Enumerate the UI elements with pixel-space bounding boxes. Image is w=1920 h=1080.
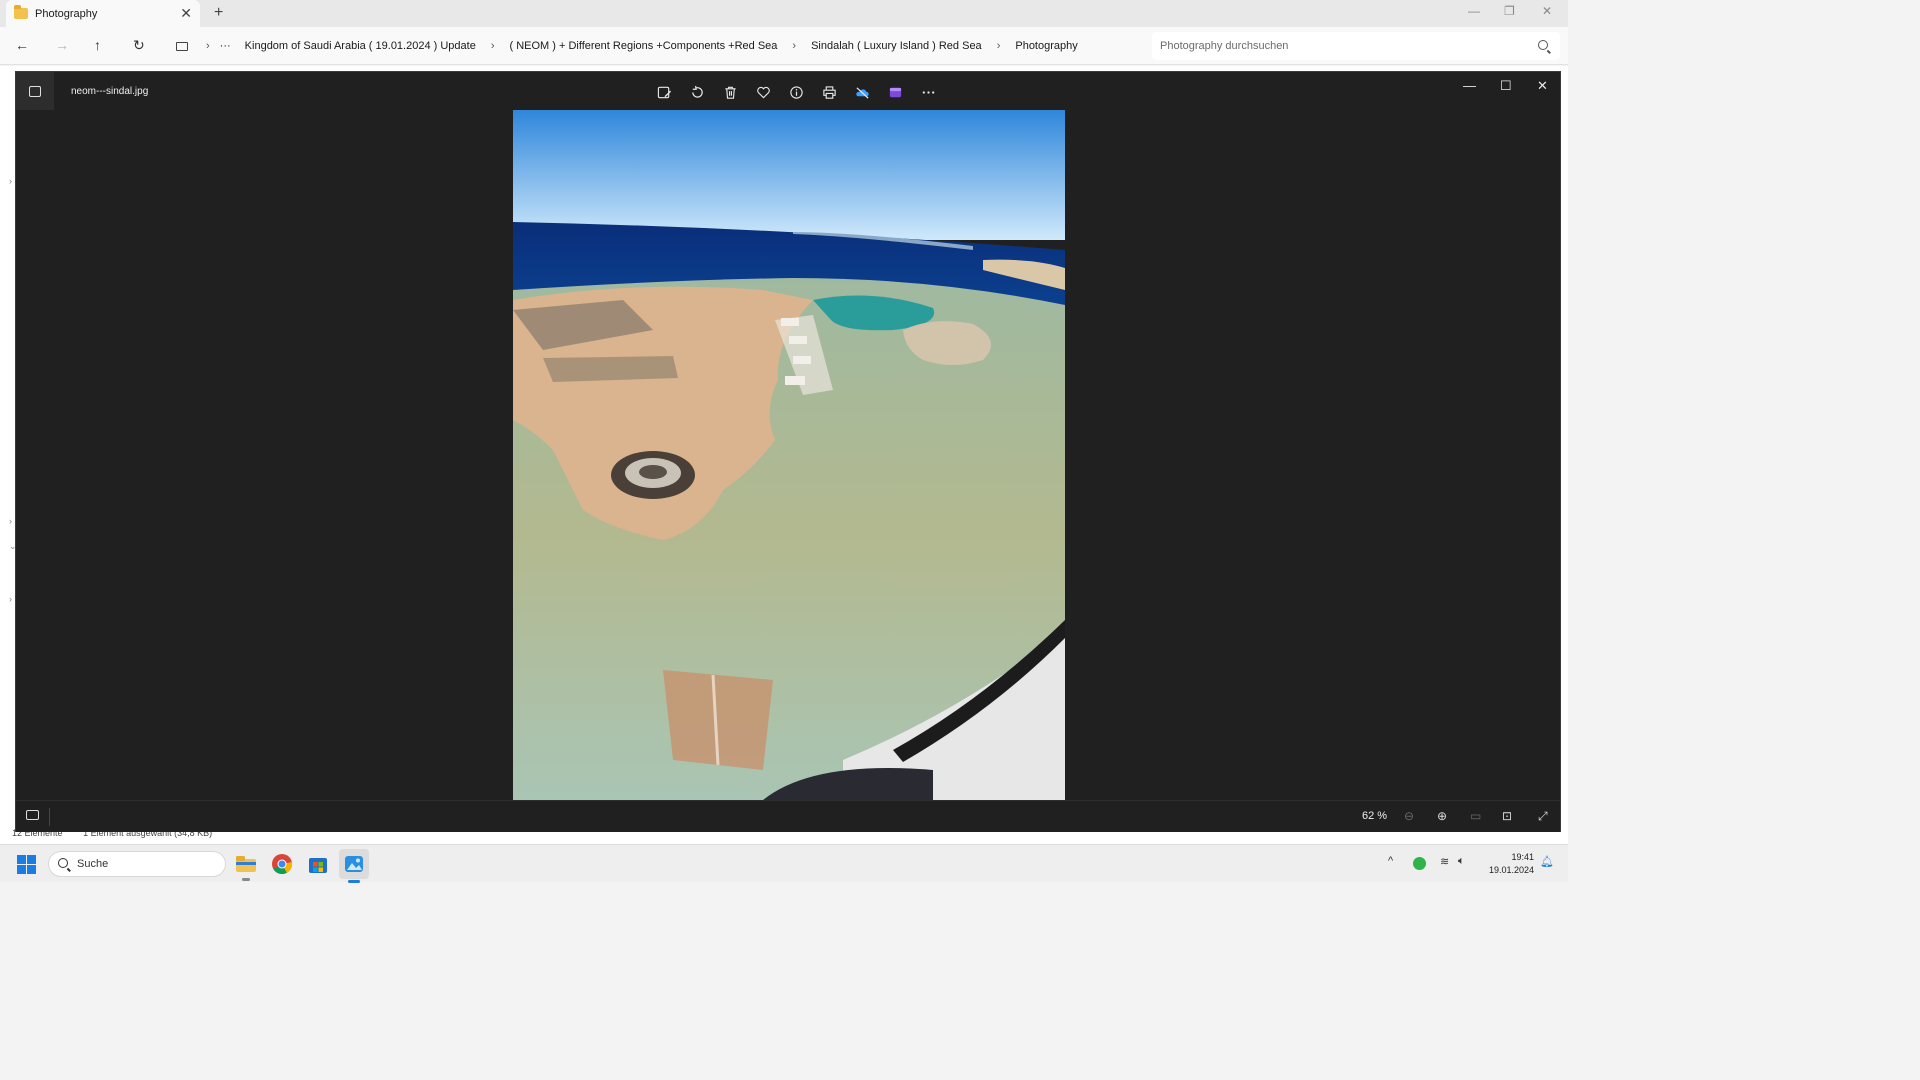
show-hidden-icons-button[interactable]: ^ [1388,855,1393,867]
zoom-in-icon[interactable]: ⊕ [1437,809,1447,823]
file-explorer-taskbar-button[interactable] [233,851,259,881]
clipchamp-icon [889,87,902,97]
delete-button[interactable] [714,82,747,102]
taskbar-search-box[interactable]: Suche [48,851,226,877]
photos-taskbar-button[interactable] [339,849,369,883]
explorer-restore-button[interactable]: ❐ [1504,4,1515,18]
rotate-icon [692,85,703,98]
breadcrumb-item-sindalah[interactable]: Sindalah ( Luxury Island ) Red Sea [811,40,982,52]
folder-icon [14,5,28,19]
onedrive-icon [856,86,869,99]
rotate-button[interactable] [681,82,714,102]
nav-expand-chevron-icon[interactable]: › [9,516,12,526]
address-toolbar: ← → ↑ ↻ › ··· Kingdom of Saudi Arabia ( … [0,27,1568,65]
breadcrumb-item-photography[interactable]: Photography [1015,40,1077,52]
viewer-maximize-button[interactable]: ☐ [1500,78,1512,94]
search-icon [58,858,68,868]
image-icon [29,85,41,97]
breadcrumb-separator[interactable]: › [491,40,495,52]
file-explorer-icon [236,856,256,872]
search-placeholder: Photography durchsuchen [1160,40,1289,52]
viewer-bottom-bar: 62 % ⊖ ⊕ ▭ ⊡ ⤢ [16,800,1560,832]
actual-size-icon[interactable]: ⊡ [1502,809,1512,823]
close-tab-button[interactable]: ✕ [180,5,192,21]
this-pc-icon[interactable] [176,41,188,51]
taskbar: Suche ^ ≋ 🔈︎ 19:41 19.01.2024 🔔︎ [0,844,1568,883]
favorite-icon [757,86,770,98]
store-icon [309,858,327,873]
start-button[interactable] [17,855,36,874]
favorite-button[interactable] [747,82,780,102]
clock-time: 19:41 [1511,852,1534,862]
photos-icon [345,856,363,872]
back-button[interactable]: ← [15,37,29,53]
clipchamp-button[interactable] [879,82,912,102]
print-icon [823,85,836,99]
notification-bell-icon[interactable]: 🔔︎ [1540,855,1554,868]
edit-image-button[interactable] [648,82,681,102]
filmstrip-toggle-icon[interactable] [26,810,39,820]
file-info-button[interactable] [780,82,813,102]
breadcrumb-item-neom[interactable]: ( NEOM ) + Different Regions +Components… [510,40,778,52]
zoom-out-icon[interactable]: ⊖ [1404,809,1414,823]
breadcrumb-separator[interactable]: › [792,40,796,52]
aerial-island-image [513,110,1065,800]
more-icon [922,90,935,94]
tab-bar: Photography ✕ + — ❐ ✕ [0,0,1568,27]
more-options-button[interactable] [912,82,945,102]
forward-button[interactable]: → [55,37,69,53]
breadcrumb-more-button[interactable]: ··· [220,40,231,52]
onedrive-button[interactable] [846,82,879,102]
search-icon [1538,40,1548,50]
breadcrumb: › ··· Kingdom of Saudi Arabia ( 19.01.20… [164,32,1144,60]
refresh-button[interactable]: ↻ [133,37,145,54]
folder-search-input[interactable]: Photography durchsuchen [1152,32,1560,60]
viewer-minimize-button[interactable]: — [1463,78,1476,93]
nav-expand-chevron-icon[interactable]: › [9,594,12,604]
wifi-icon[interactable]: ≋ [1440,855,1449,868]
chrome-taskbar-button[interactable] [269,851,295,877]
explorer-minimize-button[interactable]: — [1468,4,1480,18]
explorer-close-button[interactable]: ✕ [1542,4,1552,18]
security-status-icon[interactable] [1413,857,1426,870]
volume-icon[interactable]: 🔈︎ [1458,855,1465,868]
breadcrumb-separator[interactable]: › [997,40,1001,52]
clock[interactable]: 19:41 19.01.2024 [1484,851,1534,877]
breadcrumb-item-saudi-arabia[interactable]: Kingdom of Saudi Arabia ( 19.01.2024 ) U… [245,40,476,52]
clock-date: 19.01.2024 [1488,865,1534,875]
viewer-close-button[interactable]: ✕ [1537,78,1548,94]
photo-viewer-window: neom---sindal.jpg — ☐ ✕ 62 % ⊖ ⊕ ▭ ⊡ ⤢ [15,71,1561,832]
up-button[interactable]: ↑ [94,37,101,53]
taskbar-search-label: Suche [77,858,109,870]
new-tab-button[interactable]: + [214,4,223,22]
divider [49,808,50,826]
delete-icon [725,86,736,99]
displayed-photo[interactable] [513,110,1065,800]
breadcrumb-separator[interactable]: › [206,40,210,52]
tab-photography[interactable]: Photography ✕ [6,0,200,27]
nav-expand-chevron-icon[interactable]: › [9,176,12,186]
viewer-filename: neom---sindal.jpg [71,86,149,97]
photos-app-icon [16,72,54,110]
print-button[interactable] [813,82,846,102]
microsoft-store-taskbar-button[interactable] [305,851,331,877]
viewer-toolbar [648,82,945,102]
chrome-icon [272,854,293,875]
tab-title: Photography [35,7,98,20]
windows-logo-icon [17,855,26,864]
fullscreen-icon[interactable]: ⤢ [1538,809,1548,824]
info-icon [790,85,803,99]
edit-image-icon [657,86,672,98]
fit-to-window-icon[interactable]: ▭ [1470,809,1481,823]
zoom-level[interactable]: 62 % [1362,810,1387,822]
